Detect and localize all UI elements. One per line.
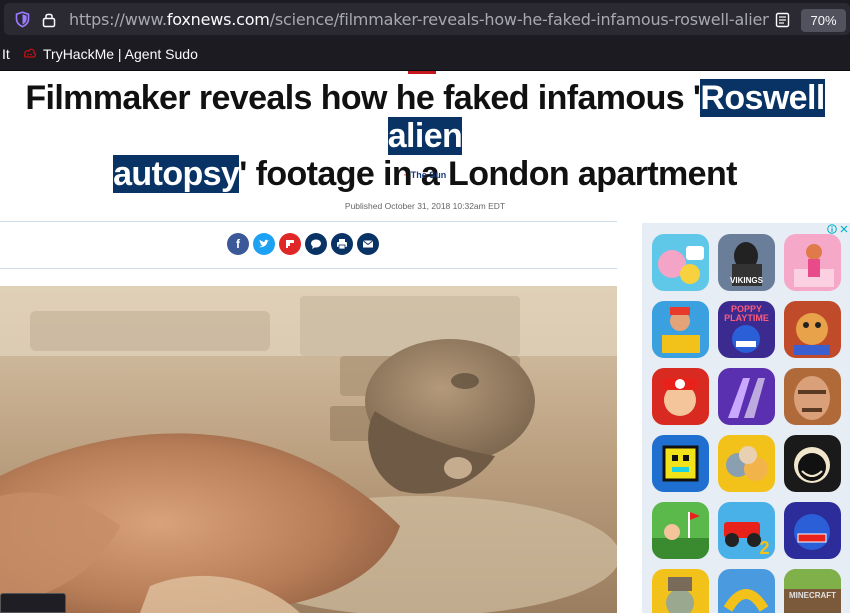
tile-label: MINECRAFT <box>788 591 837 600</box>
ad-tile-snake-io[interactable] <box>718 569 775 613</box>
twitter-share-button[interactable] <box>253 233 275 255</box>
page-content: Filmmaker reveals how he faked infamous … <box>0 71 850 613</box>
runner-girl-icon <box>794 244 834 287</box>
email-icon <box>362 240 374 248</box>
snake-io-icon <box>723 589 769 612</box>
ad-tile-toca-world[interactable] <box>652 234 709 291</box>
tiles-hop-icon <box>728 378 765 418</box>
hello-neighbor-icon <box>794 376 830 420</box>
ad-tile-minecraft[interactable]: MINECRAFT <box>784 569 841 613</box>
facebook-icon: f <box>236 237 240 251</box>
ad-tile-talking-tom[interactable] <box>718 435 775 492</box>
bookmark-item-partial[interactable]: It <box>2 46 10 62</box>
ad-tile-plants-vs-zombies[interactable] <box>652 569 709 613</box>
divider-bottom <box>0 268 617 269</box>
tile-label: 2 <box>759 538 770 558</box>
ad-tile-bendy[interactable] <box>784 435 841 492</box>
close-icon[interactable] <box>839 224 849 234</box>
lock-icon[interactable] <box>41 11 57 28</box>
flipboard-share-button[interactable] <box>279 233 301 255</box>
browser-toolbar: https://www.foxnews.com/science/filmmake… <box>0 0 850 38</box>
published-date: Published October 31, 2018 10:32am EDT <box>344 201 506 211</box>
url-domain: foxnews.com <box>166 10 270 29</box>
url-path: /science/filmmaker-reveals-how-he-faked-… <box>269 10 769 29</box>
ad-tile-hill-climb[interactable]: 2 <box>718 502 775 559</box>
headline-text-1: Filmmaker reveals how he faked infamous … <box>25 79 701 117</box>
ad-tile-tiles-hop[interactable] <box>718 368 775 425</box>
advertisement[interactable]: VIKINGS POPPY PLAYTIME 2 MINECRAFT <box>642 223 850 613</box>
ad-tile-vikings[interactable]: VIKINGS <box>718 234 775 291</box>
twitter-icon <box>259 239 269 248</box>
alien-autopsy-image <box>0 286 617 613</box>
overlay-tab[interactable] <box>0 593 66 613</box>
tile-label: VIKINGS <box>730 276 763 285</box>
toca-world-icon <box>658 246 704 284</box>
bookmark-label: TryHackMe | Agent Sudo <box>43 46 198 62</box>
article-source[interactable]: · The Sun <box>0 170 850 180</box>
comment-icon <box>311 239 321 249</box>
ad-tile-kick-the-buddy[interactable] <box>784 301 841 358</box>
tile-label: POPPY PLAYTIME <box>724 304 769 323</box>
print-button[interactable] <box>331 233 353 255</box>
ad-tile-runner-girl[interactable] <box>784 234 841 291</box>
facebook-share-button[interactable]: f <box>227 233 249 255</box>
app-grid: VIKINGS POPPY PLAYTIME 2 MINECRAFT <box>652 234 841 613</box>
ad-tile-subway-surfers[interactable] <box>652 301 709 358</box>
source-dot: · <box>403 170 407 180</box>
bendy-icon <box>794 447 830 483</box>
talking-tom-icon <box>726 446 768 481</box>
mario-icon <box>662 378 698 416</box>
ad-tile-geometry-dash[interactable] <box>652 435 709 492</box>
article-photo[interactable] <box>0 286 617 613</box>
print-icon <box>337 239 347 250</box>
url-text[interactable]: https://www.foxnews.com/science/filmmake… <box>69 10 769 30</box>
url-bar[interactable]: https://www.foxnews.com/science/filmmake… <box>4 3 850 35</box>
divider-top <box>0 221 617 222</box>
subway-surfers-icon <box>662 307 700 353</box>
share-buttons: f <box>227 233 379 255</box>
ad-tile-hello-neighbor[interactable] <box>784 368 841 425</box>
bookmarks-toolbar: It TryHackMe | Agent Sudo <box>0 38 850 71</box>
email-share-button[interactable] <box>357 233 379 255</box>
flipboard-icon <box>286 240 294 248</box>
ad-tile-poppy-playtime[interactable]: POPPY PLAYTIME <box>718 301 775 358</box>
tryhackme-favicon-icon <box>23 48 37 58</box>
kick-the-buddy-icon <box>794 313 830 355</box>
huggy-wuggy-icon <box>794 514 830 550</box>
geometry-dash-icon <box>662 445 699 482</box>
url-prefix: https://www. <box>69 10 167 29</box>
golf-game-icon <box>652 512 709 559</box>
bookmark-item-tryhackme[interactable]: TryHackMe | Agent Sudo <box>22 42 198 66</box>
source-name: The Sun <box>410 170 447 180</box>
tracking-protection-shield-icon[interactable] <box>14 11 31 28</box>
comments-button[interactable] <box>305 233 327 255</box>
ad-tile-huggy-wuggy[interactable] <box>784 502 841 559</box>
reader-view-icon[interactable] <box>775 12 790 28</box>
ad-tile-super-mario[interactable] <box>652 368 709 425</box>
ad-tile-golf-game[interactable] <box>652 502 709 559</box>
category-tag[interactable] <box>408 71 436 74</box>
zoom-level-button[interactable]: 70% <box>801 9 846 32</box>
plants-vs-zombies-icon <box>666 577 694 613</box>
adchoices-info-icon[interactable] <box>827 224 837 234</box>
